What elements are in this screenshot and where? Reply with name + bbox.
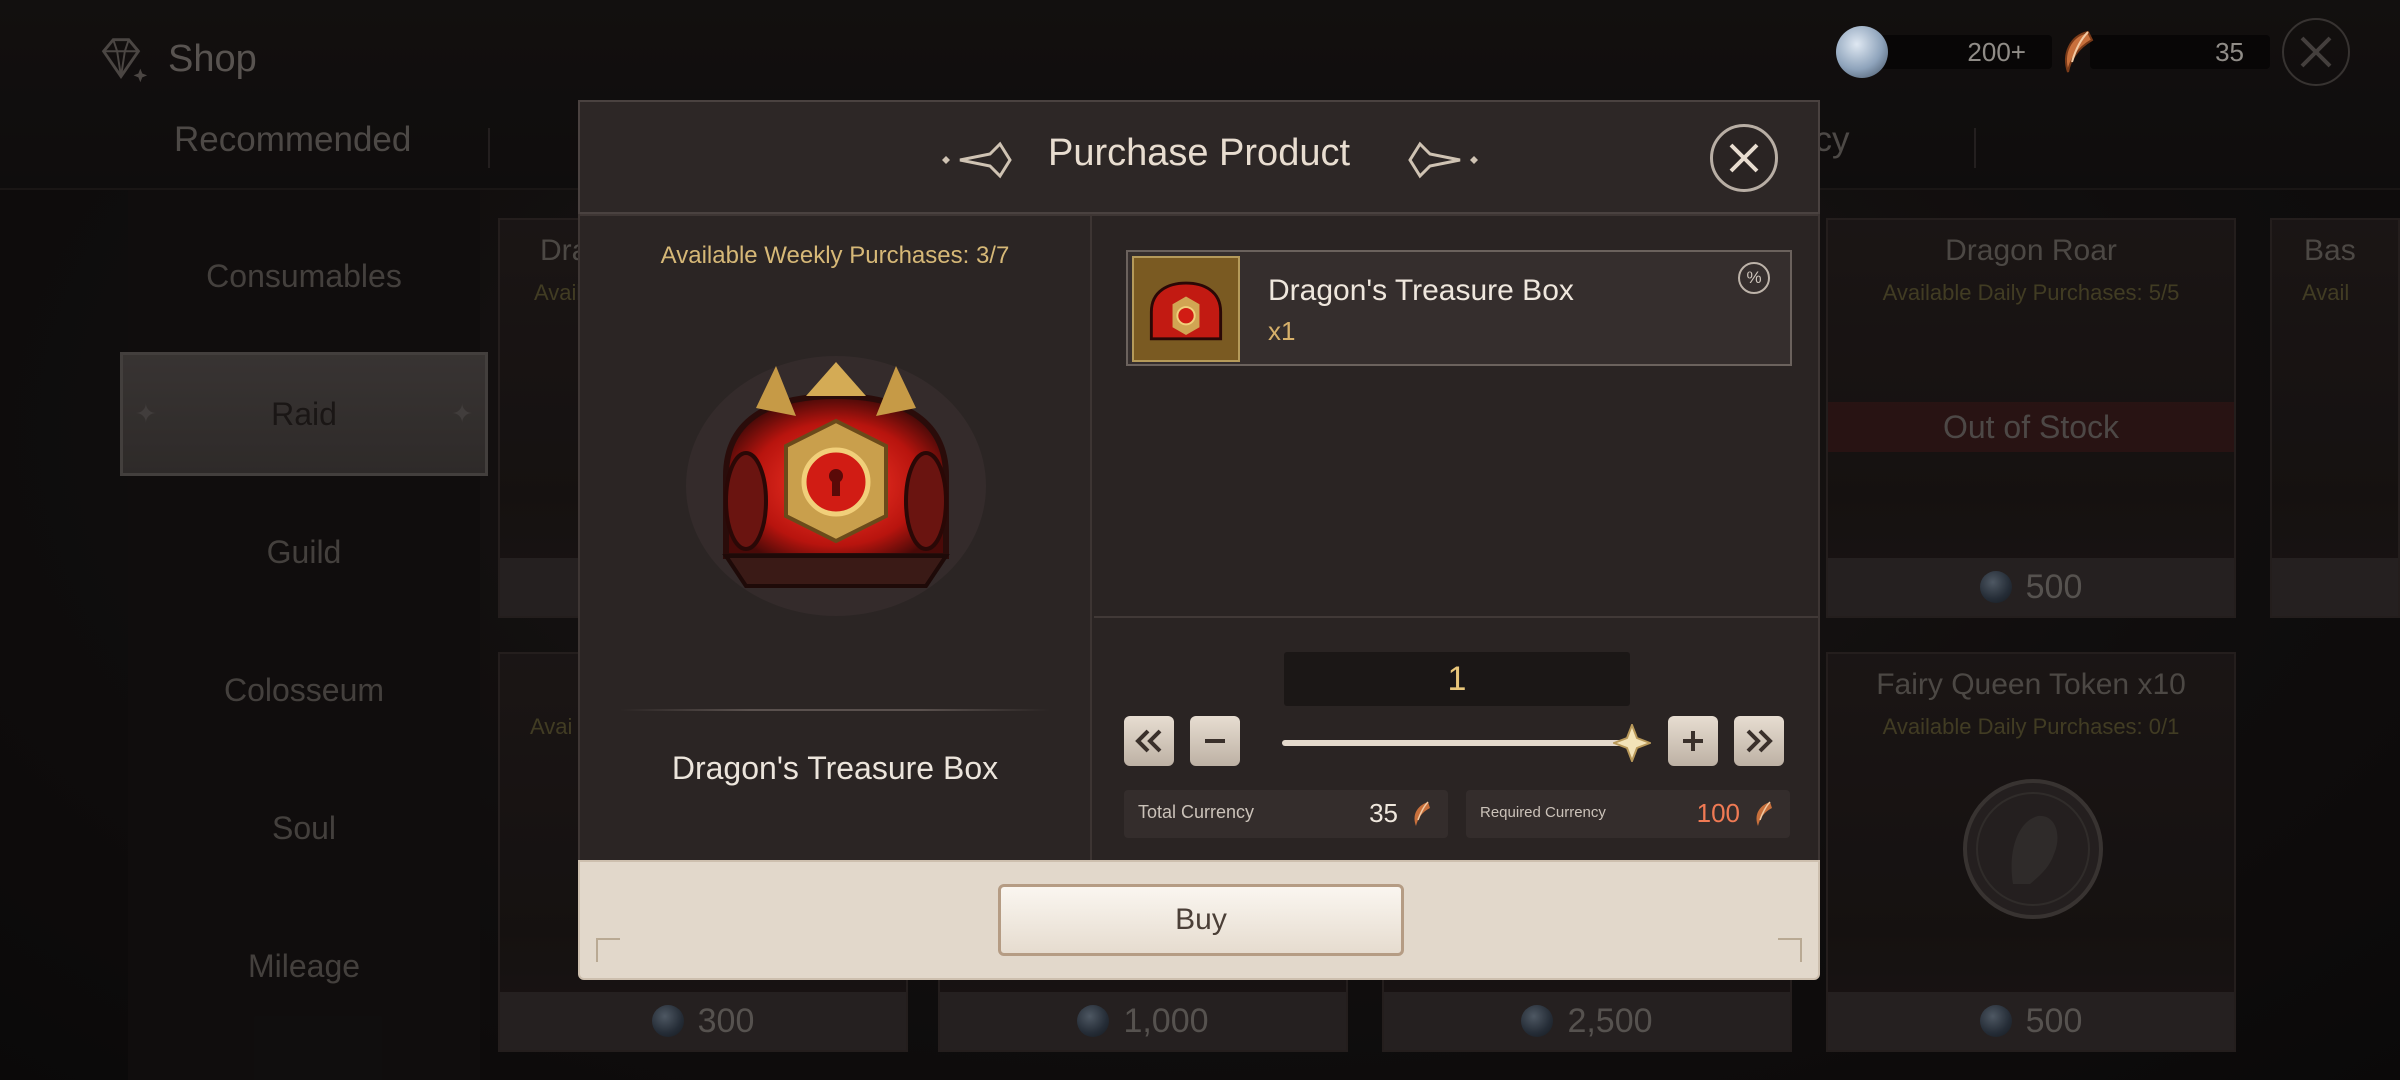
item-preview-pane: Available Weekly Purchases: 3/7 Dragon's… [580,216,1092,954]
buy-button[interactable]: Buy [998,884,1404,956]
modal-close-button[interactable] [1710,124,1778,192]
quantity-max-button[interactable] [1734,716,1784,766]
treasure-chest-thumbnail-icon [1132,256,1240,362]
ornament-right-icon [1408,141,1478,179]
treasure-chest-icon [686,356,986,616]
quantity-slider[interactable] [1282,724,1651,762]
double-chevron-right-icon [1746,729,1773,753]
product-name: Dragon's Treasure Box [1268,274,1574,307]
modal-title: Purchase Product [1047,132,1351,174]
plus-icon [1683,731,1703,751]
required-currency-value: 100 [1696,798,1740,828]
purchase-details-pane: Dragon's Treasure Box x1 % 1 Total Curre… [1094,216,1818,954]
modal-footer: Buy [578,860,1820,980]
required-currency-box: Required Currency 100 [1466,790,1790,838]
slider-handle[interactable] [1613,724,1651,762]
weekly-purchase-limit: Available Weekly Purchases: 3/7 [660,242,1010,269]
total-currency-label: Total Currency [1138,802,1255,822]
modal-header: Purchase Product [578,100,1820,214]
discount-percent-icon[interactable]: % [1738,262,1770,294]
purchase-modal: Purchase Product Available Weekly Purcha… [578,100,1820,980]
quantity-min-button[interactable] [1124,716,1174,766]
modal-body: Available Weekly Purchases: 3/7 Dragon's… [578,214,1820,956]
quantity-display: 1 [1284,652,1630,706]
total-currency-value: 35 [1369,798,1398,828]
total-currency-box: Total Currency 35 [1124,790,1448,838]
double-chevron-left-icon [1135,729,1162,753]
close-icon [1729,143,1759,173]
required-currency-label: Required Currency [1480,804,1606,821]
corner-ornament [1778,938,1802,962]
crystal-currency-icon [1836,26,1888,78]
product-quantity: x1 [1268,316,1296,346]
minus-icon [1205,739,1225,743]
section-divider [1094,616,1818,618]
corner-ornament [596,938,620,962]
quantity-decrease-button[interactable] [1190,716,1240,766]
buy-button-label: Buy [1175,903,1227,936]
decorative-divider [620,709,1050,711]
fang-currency-icon [1756,801,1772,826]
item-name: Dragon's Treasure Box [671,750,999,786]
quantity-increase-button[interactable] [1668,716,1718,766]
fang-currency-icon [2065,30,2094,73]
product-row: Dragon's Treasure Box x1 % [1126,250,1792,366]
fang-currency-icon [1414,801,1430,826]
